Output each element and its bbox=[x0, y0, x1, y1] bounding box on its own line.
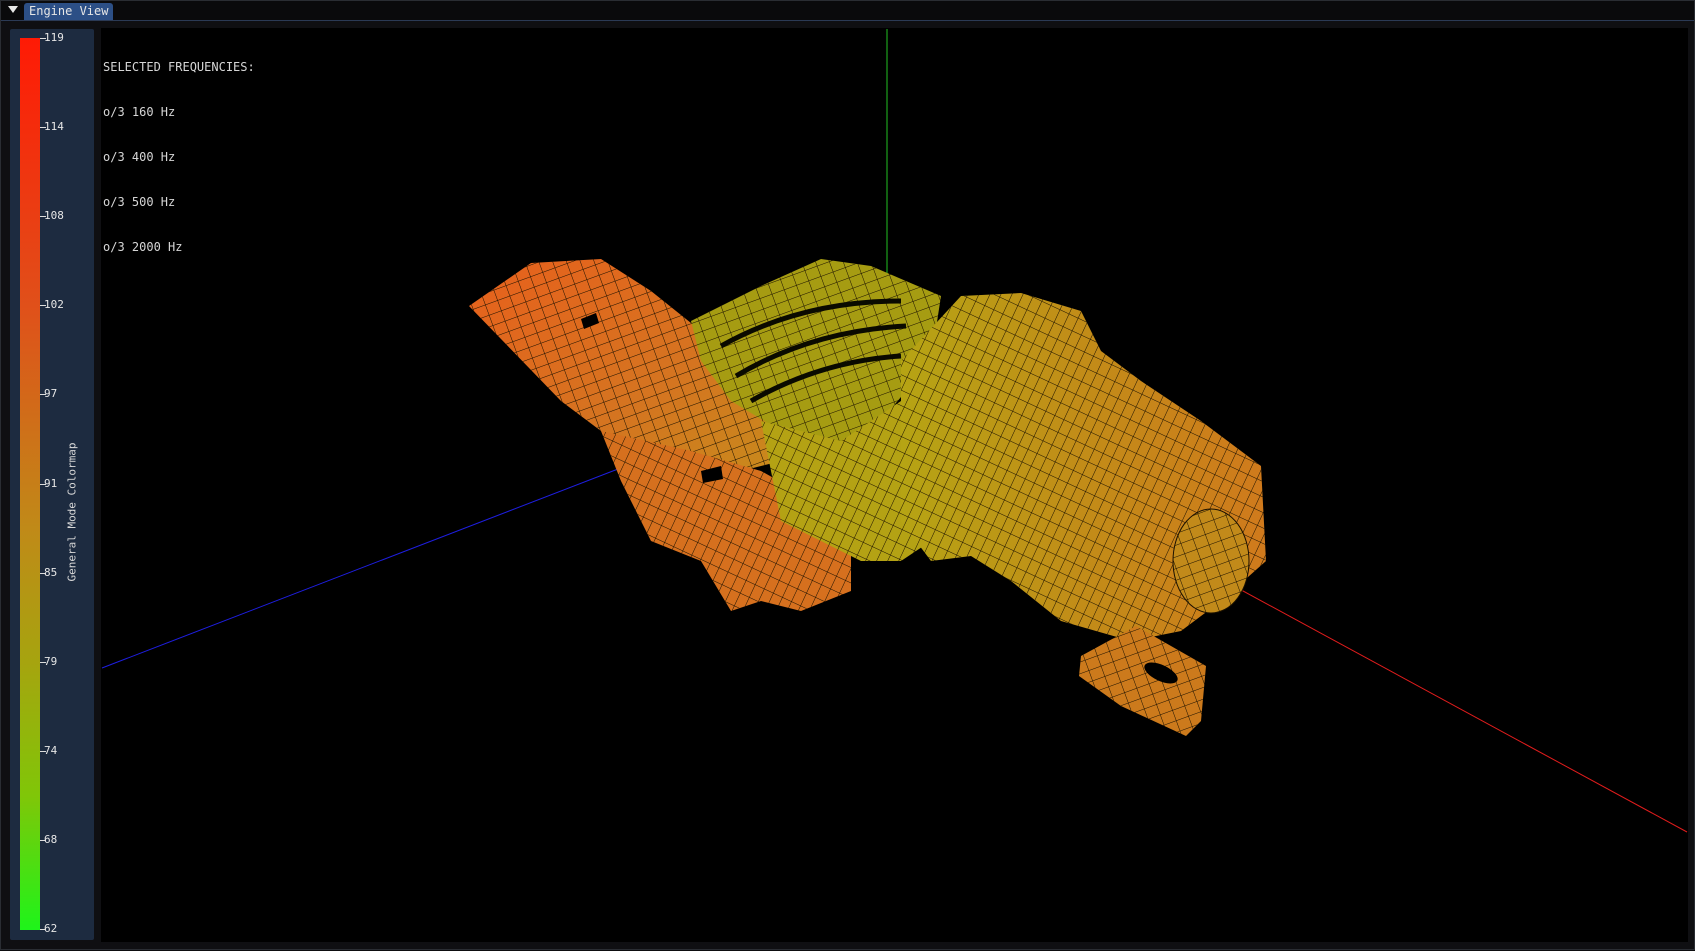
colormap-tick-label: 79 bbox=[44, 655, 58, 668]
colormap-title: General Mode Colormap bbox=[65, 442, 79, 582]
frequency-item: o/3 160 Hz bbox=[103, 105, 176, 119]
colormap-tick-label: 74 bbox=[44, 744, 58, 757]
frequency-item: o/3 2000 Hz bbox=[103, 240, 183, 254]
colormap-tick-label: 97 bbox=[44, 387, 58, 400]
colormap-tick-label: 91 bbox=[44, 477, 58, 490]
colormap-legend: 119 114 108 102 97 91 85 79 74 68 62 Gen… bbox=[10, 29, 94, 940]
frequency-item: o/3 400 Hz bbox=[103, 150, 176, 164]
colormap-tick-label: 102 bbox=[44, 298, 64, 311]
colormap-tick-label: 119 bbox=[44, 31, 64, 44]
colormap-tick-label: 68 bbox=[44, 833, 58, 846]
colormap-gradient bbox=[20, 38, 40, 930]
x-axis-line bbox=[1220, 578, 1688, 833]
engine-view-window: Engine View 119 114 108 102 97 91 85 79 … bbox=[0, 0, 1695, 950]
colormap-tick-label: 108 bbox=[44, 209, 64, 222]
colormap-tick-label: 114 bbox=[44, 120, 64, 133]
colormap-tick-label: 85 bbox=[44, 566, 58, 579]
frequencies-header: SELECTED FREQUENCIES: bbox=[103, 60, 255, 74]
colormap-tick-label: 62 bbox=[44, 922, 58, 935]
engine-mesh-scene bbox=[101, 29, 1688, 833]
z-axis-line bbox=[101, 436, 702, 669]
frequency-item: o/3 500 Hz bbox=[103, 195, 176, 209]
selected-frequencies: SELECTED FREQUENCIES: o/3 160 Hz o/3 400… bbox=[103, 30, 255, 285]
